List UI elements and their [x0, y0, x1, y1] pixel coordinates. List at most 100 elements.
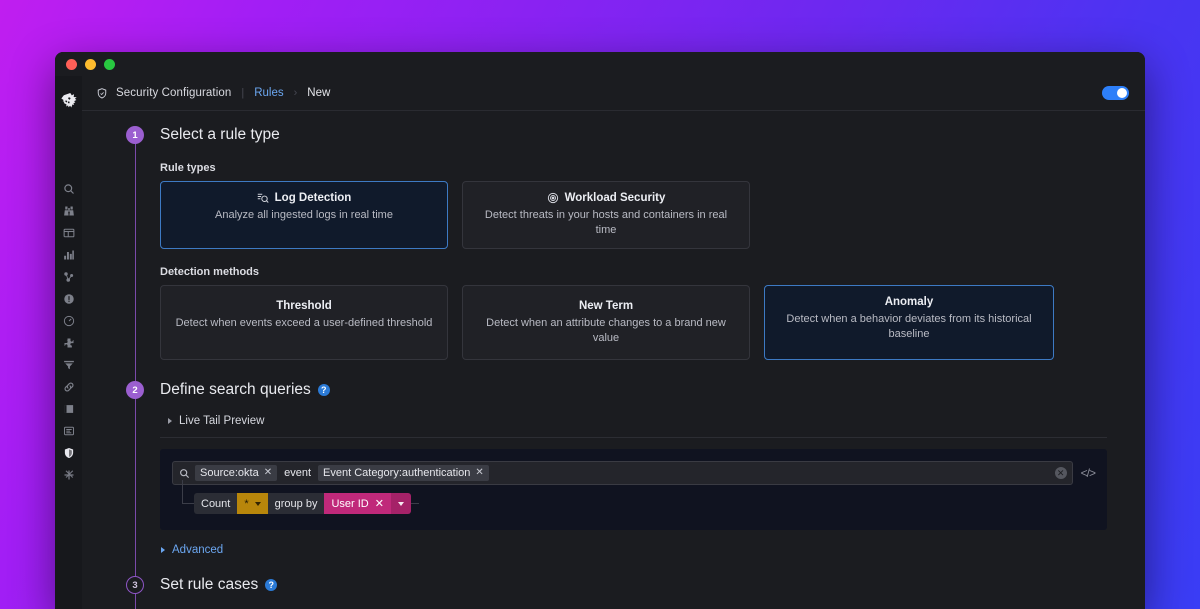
window-close-button[interactable]	[66, 59, 77, 70]
step-1-title: Select a rule type	[160, 126, 1145, 144]
query-chip-source-label: Source:okta	[200, 467, 259, 479]
detection-method-threshold-desc: Detect when events exceed a user-defined…	[173, 316, 435, 331]
window-body: Security Configuration | Rules › New 1 S…	[55, 76, 1145, 609]
aggregation-tail-line	[411, 503, 419, 504]
main-area: Security Configuration | Rules › New 1 S…	[82, 76, 1145, 609]
enabled-toggle[interactable]	[1102, 86, 1129, 100]
rule-type-log-detection-desc: Analyze all ingested logs in real time	[173, 208, 435, 223]
close-icon[interactable]: ✕	[475, 468, 483, 478]
detection-methods-label: Detection methods	[160, 266, 1145, 278]
step-set-rule-cases: 3 Set rule cases ? Set severity to MEDIU…	[82, 576, 1145, 609]
binoculars-icon[interactable]	[55, 200, 82, 222]
apm-icon[interactable]	[55, 266, 82, 288]
query-chip-event-category[interactable]: Event Category:authentication ✕	[318, 465, 489, 481]
group-by-chip[interactable]: User ID ✕	[324, 493, 391, 514]
step-select-rule-type: 1 Select a rule type Rule types	[82, 126, 1145, 360]
breadcrumb-chevron-icon: ›	[294, 87, 298, 99]
window-minimize-button[interactable]	[85, 59, 96, 70]
step-2-title-text: Define search queries	[160, 381, 311, 399]
rail-icon-list	[55, 178, 82, 486]
advanced-toggle[interactable]: Advanced	[161, 544, 1145, 556]
search-icon[interactable]	[55, 178, 82, 200]
datadog-bits-logo-icon[interactable]	[55, 80, 82, 120]
section-divider	[160, 437, 1107, 438]
detection-method-anomaly-desc: Detect when a behavior deviates from its…	[777, 312, 1041, 342]
step-3-marker: 3	[126, 576, 144, 594]
rule-types-label: Rule types	[160, 162, 1145, 174]
chevron-right-icon	[161, 547, 165, 553]
help-icon[interactable]: ?	[318, 384, 330, 396]
chevron-right-icon	[168, 418, 172, 424]
step-3-title: Set rule cases ?	[160, 576, 1145, 594]
book-icon[interactable]	[55, 398, 82, 420]
detection-method-card-anomaly[interactable]: Anomaly Detect when a behavior deviates …	[764, 285, 1054, 361]
detection-method-card-threshold[interactable]: Threshold Detect when events exceed a us…	[160, 285, 448, 361]
query-editor-panel: Source:okta ✕ event Event Category:authe…	[160, 449, 1107, 530]
query-chip-event-category-label: Event Category:authentication	[323, 467, 470, 479]
close-icon[interactable]: ✕	[375, 497, 384, 510]
count-value-select[interactable]: *	[237, 493, 267, 514]
rule-types-group: Rule types Log Detection	[160, 162, 1145, 249]
chevron-down-icon	[255, 502, 261, 506]
rule-types-cards: Log Detection Analyze all ingested logs …	[160, 181, 1145, 249]
live-tail-preview-toggle[interactable]: Live Tail Preview	[168, 415, 1145, 427]
step-1-title-text: Select a rule type	[160, 126, 280, 144]
query-token-event: event	[282, 465, 313, 481]
group-by-dropdown[interactable]	[391, 493, 411, 514]
count-label: Count	[194, 493, 237, 514]
shield-icon	[96, 87, 108, 100]
breadcrumb-divider: |	[241, 87, 244, 99]
detection-method-new-term-title: New Term	[475, 300, 737, 312]
dashboard-icon[interactable]	[55, 222, 82, 244]
rule-type-log-detection-head: Log Detection	[173, 192, 435, 204]
count-value: *	[244, 498, 248, 510]
chevron-down-icon	[398, 502, 404, 506]
detection-method-card-new-term[interactable]: New Term Detect when an attribute change…	[462, 285, 750, 361]
rule-type-card-workload-security[interactable]: Workload Security Detect threats in your…	[462, 181, 750, 249]
group-by-label: group by	[268, 493, 325, 514]
search-icon	[179, 468, 190, 479]
rule-type-workload-security-desc: Detect threats in your hosts and contain…	[475, 208, 737, 238]
shield-icon[interactable]	[55, 442, 82, 464]
code-icon[interactable]: </>	[1081, 466, 1095, 480]
step-2-marker: 2	[126, 381, 144, 399]
live-tail-preview-label: Live Tail Preview	[179, 415, 264, 427]
rule-type-card-log-detection[interactable]: Log Detection Analyze all ingested logs …	[160, 181, 448, 249]
close-icon[interactable]: ✕	[264, 468, 272, 478]
help-icon[interactable]: ?	[265, 579, 277, 591]
detection-methods-cards: Threshold Detect when events exceed a us…	[160, 285, 1145, 361]
breadcrumb-rules-link[interactable]: Rules	[254, 87, 283, 99]
detection-methods-group: Detection methods Threshold Detect when …	[160, 266, 1145, 361]
query-chip-source[interactable]: Source:okta ✕	[195, 465, 277, 481]
rule-type-workload-security-head: Workload Security	[475, 192, 737, 204]
breadcrumb-product: Security Configuration	[116, 87, 231, 99]
gauge-icon[interactable]	[55, 310, 82, 332]
rule-type-workload-security-title: Workload Security	[565, 192, 666, 204]
app-window: Security Configuration | Rules › New 1 S…	[55, 52, 1145, 609]
rule-type-log-detection-title: Log Detection	[275, 192, 352, 204]
puzzle-icon[interactable]	[55, 332, 82, 354]
window-titlebar	[55, 52, 1145, 76]
step-1-marker: 1	[126, 126, 144, 144]
advanced-label: Advanced	[172, 544, 223, 556]
step-2-title: Define search queries ?	[160, 381, 1145, 399]
link-icon[interactable]	[55, 376, 82, 398]
search-input[interactable]: Source:okta ✕ event Event Category:authe…	[172, 461, 1073, 485]
logs-icon[interactable]	[55, 420, 82, 442]
clear-icon[interactable]: ✕	[1055, 467, 1067, 479]
query-connector-vertical	[182, 480, 183, 503]
step-3-title-text: Set rule cases	[160, 576, 258, 594]
detection-method-anomaly-title: Anomaly	[777, 296, 1041, 308]
asterisk-icon[interactable]	[55, 464, 82, 486]
breadcrumb: Security Configuration | Rules › New	[82, 76, 1145, 111]
detection-method-new-term-desc: Detect when an attribute changes to a br…	[475, 316, 737, 346]
query-connector-horizontal	[182, 503, 194, 504]
funnel-icon[interactable]	[55, 354, 82, 376]
left-nav-rail	[55, 76, 82, 609]
window-zoom-button[interactable]	[104, 59, 115, 70]
bar-chart-icon[interactable]	[55, 244, 82, 266]
rule-form-content: 1 Select a rule type Rule types	[82, 111, 1145, 609]
detection-method-threshold-title: Threshold	[173, 300, 435, 312]
step-define-search-queries: 2 Define search queries ? Live Tail Prev…	[82, 381, 1145, 556]
alert-circle-icon[interactable]	[55, 288, 82, 310]
